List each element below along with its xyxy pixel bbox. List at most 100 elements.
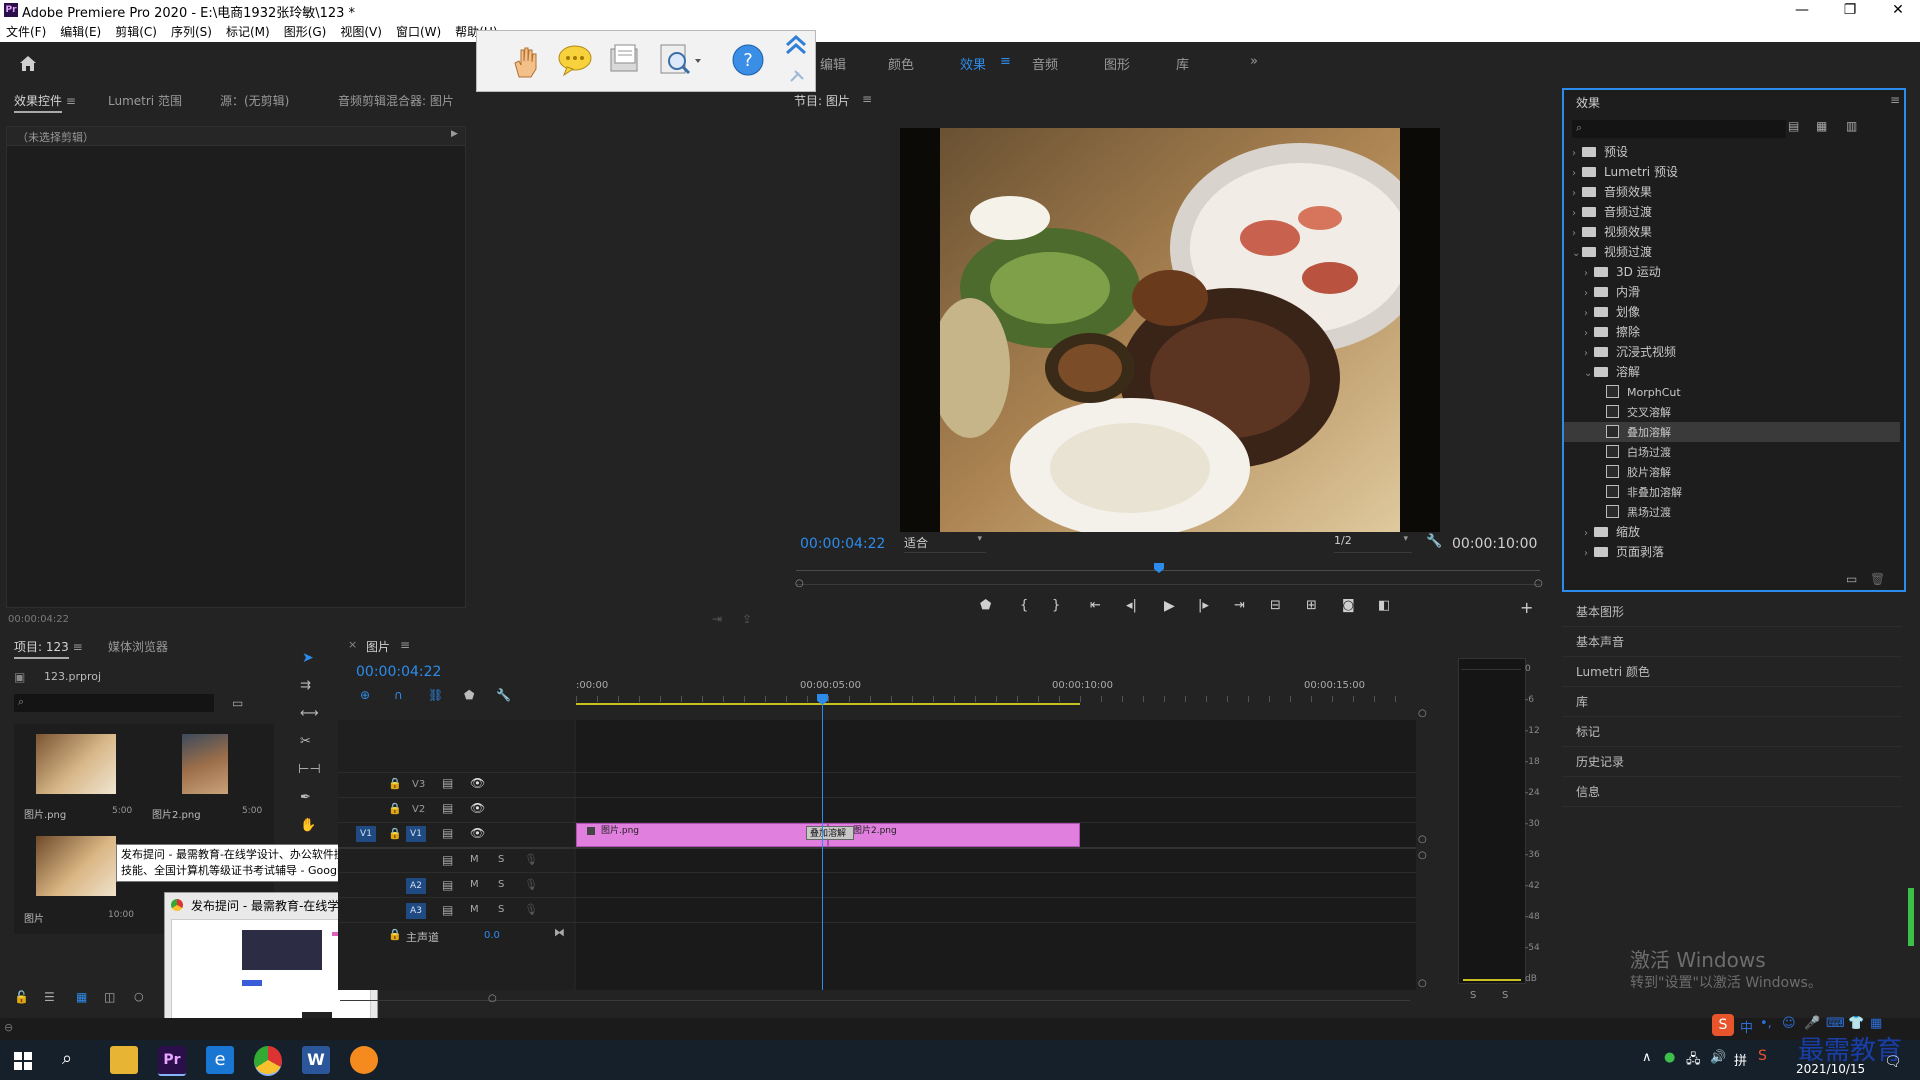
menu-markers[interactable]: 标记(M) [219,20,277,40]
sogou-ime-icon[interactable]: S [1712,1014,1734,1036]
help-icon[interactable]: ? [731,43,765,77]
more-workspaces-icon[interactable]: » [1250,54,1258,69]
effects-tree-item[interactable]: 白场过渡 [1564,442,1900,462]
track-sync-icon[interactable]: ▤ [442,878,453,892]
effects-tree-item[interactable]: › Lumetri 预设 [1564,162,1900,182]
close-button[interactable]: ✕ [1876,0,1920,20]
workspace-tab-audio[interactable]: 音频 [1032,54,1058,73]
minimize-button[interactable]: — [1780,0,1824,20]
export-frame-camera-icon[interactable]: ◙ [1342,598,1355,613]
track-v1-label[interactable]: V1 [406,826,426,842]
menu-sequence[interactable]: 序列(S) [164,20,219,40]
program-scrub-ruler[interactable] [796,570,1540,571]
ime-toolbox-icon[interactable]: ▦ [1870,1016,1882,1031]
input-indicator-icon[interactable]: 拼 [1734,1050,1747,1069]
effects-tree-item[interactable]: 黑场过渡 [1564,502,1900,522]
vertical-zoom-handle[interactable]: ○ [1418,834,1427,845]
sogou-tray-icon[interactable]: S [1758,1048,1767,1064]
work-area-bar[interactable] [576,703,1080,705]
zoom-slider-handle[interactable]: ○ [134,990,144,1003]
track-sync-icon[interactable]: ▤ [442,853,453,867]
track-v2-label[interactable]: V2 [412,804,425,815]
workspace-tab-edit[interactable]: 编辑 [820,54,846,73]
search-taskbar-icon[interactable]: ⌕ [62,1048,72,1069]
vertical-zoom-handle[interactable]: ○ [1418,978,1427,989]
new-search-bin-icon[interactable]: ▭ [232,696,243,710]
voiceover-mic-icon[interactable]: 🎙 [524,878,538,891]
list-view-icon[interactable]: ☰ [44,990,55,1004]
track-sync-icon[interactable]: ▤ [442,826,453,840]
snap-icon[interactable]: ∩ [394,688,403,702]
side-panel-item[interactable]: 标记 [1562,718,1902,747]
lift-icon[interactable]: ⊟ [1270,598,1281,613]
chevron-right-icon[interactable]: › [1584,324,1594,344]
button-editor-plus-icon[interactable]: + [1520,598,1533,617]
side-panel-item[interactable]: 基本图形 [1562,598,1902,627]
settings-wrench-icon[interactable]: 🔧 [1426,534,1442,549]
mark-in-icon[interactable]: { [1020,598,1028,613]
program-menu-icon[interactable]: ≡ [862,92,872,106]
home-icon[interactable] [18,54,38,72]
vertical-zoom-handle[interactable]: ○ [1418,850,1427,861]
project-thumb-3[interactable] [36,836,116,896]
meter-solo-right[interactable]: S [1502,990,1508,1001]
timeline-playhead[interactable] [816,694,828,990]
audio-clip-mixer-tab[interactable]: 音频剪辑混合器: 图片 [338,92,454,109]
word-icon[interactable]: W [302,1046,330,1074]
chevron-right-icon[interactable]: › [1584,304,1594,324]
source-tab[interactable]: 源：(无剪辑) [220,92,289,109]
solo-button[interactable]: S [498,854,504,865]
add-marker-icon[interactable]: ⬟ [980,598,991,613]
freeform-view-icon[interactable]: ◫ [104,990,115,1004]
ripple-edit-tool-icon[interactable]: ⟷ [300,706,319,721]
timeline-clip[interactable]: 图片2.png [828,823,1080,847]
browser-app-icon[interactable] [350,1046,378,1074]
project-thumb-1[interactable] [36,734,116,794]
dissolve-transition[interactable]: 叠加溶解 [806,826,854,840]
windows-start-icon[interactable] [14,1052,32,1070]
media-browser-tab[interactable]: 媒体浏览器 [108,638,168,655]
effects-tree-item[interactable]: › 页面剥落 [1564,542,1900,562]
comment-icon[interactable] [557,43,593,77]
ime-keyboard-icon[interactable]: ⌨ [1826,1016,1845,1031]
tray-expand-icon[interactable]: ∧ [1642,1050,1652,1065]
timeline-tab[interactable]: 图片 [366,638,390,655]
tray-app-icon[interactable]: ● [1664,1050,1675,1065]
expand-arrow-icon[interactable]: ▶ [451,129,458,139]
document-icon[interactable] [607,43,643,77]
chevron-right-icon[interactable]: › [1572,224,1582,244]
effects-tree-item[interactable]: ⌄ 溶解 [1564,362,1900,382]
mute-button[interactable]: M [470,879,479,890]
side-panel-item[interactable]: Lumetri 颜色 [1562,658,1902,687]
effects-tree-item[interactable]: › 音频效果 [1564,182,1900,202]
chevron-right-icon[interactable]: › [1584,544,1594,564]
track-sync-icon[interactable]: ▤ [442,801,453,815]
step-back-icon[interactable]: ◂| [1126,598,1137,613]
chevron-down-icon[interactable]: ⌄ [1584,364,1594,384]
export-frame-icon[interactable]: ⇥ [712,612,722,626]
track-eye-icon[interactable]: 👁 [470,801,485,815]
mark-out-icon[interactable]: } [1052,598,1060,613]
icon-view-icon[interactable]: ▦ [76,990,87,1004]
effects-search-input[interactable]: ⌕ [1572,120,1786,138]
premiere-taskbar-icon[interactable]: Pr [158,1046,186,1076]
effects-tree-item[interactable]: ⌄ 视频过渡 [1564,242,1900,262]
yuv-effects-icon[interactable]: ▥ [1846,119,1857,133]
effects-tree-item[interactable]: 胶片溶解 [1564,462,1900,482]
fit-dropdown[interactable]: 适合 ▾ [904,534,986,553]
chevron-right-icon[interactable]: › [1584,284,1594,304]
extract-icon[interactable]: ⊞ [1306,598,1317,613]
go-to-out-icon[interactable]: ⇥ [1234,598,1245,613]
timeline-clip[interactable]: 图片.png [576,823,828,847]
pen-tool-icon[interactable]: ✒ [300,790,311,805]
timeline-timecode[interactable]: 00:00:04:22 [356,664,441,680]
menu-graphics[interactable]: 图形(G) [277,20,334,40]
workspace-tab-effects[interactable]: 效果 [960,54,986,73]
razor-tool-icon[interactable]: ✂ [300,734,311,749]
effects-tree-item[interactable]: › 划像 [1564,302,1900,322]
go-to-in-icon[interactable]: ⇤ [1090,598,1101,613]
chevron-down-icon[interactable]: ⌄ [1572,244,1582,264]
menu-window[interactable]: 窗口(W) [389,20,448,40]
track-sync-icon[interactable]: ▤ [442,903,453,917]
workspace-tab-libraries[interactable]: 库 [1176,54,1189,73]
